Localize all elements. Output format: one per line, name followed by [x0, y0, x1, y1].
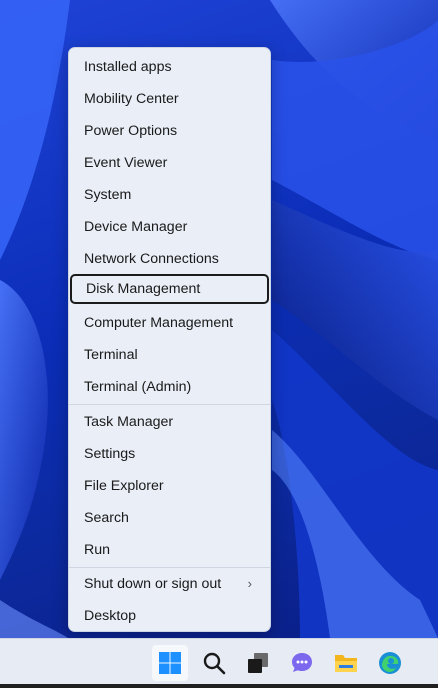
task-view-button[interactable]	[240, 645, 276, 681]
menu-item-label: Search	[84, 510, 129, 526]
edge-button[interactable]	[372, 645, 408, 681]
menu-item-label: Installed apps	[84, 59, 172, 75]
edge-icon	[379, 652, 401, 674]
file-explorer-button[interactable]	[328, 645, 364, 681]
chevron-right-icon: ›	[247, 576, 252, 591]
menu-item-label: Run	[84, 542, 111, 558]
menu-item-disk-management[interactable]: Disk Management	[70, 274, 269, 304]
menu-item-network-connections[interactable]: Network Connections	[69, 244, 270, 274]
menu-item-label: Desktop	[84, 608, 137, 624]
start-icon	[159, 652, 181, 674]
menu-item-run[interactable]: Run	[69, 535, 270, 565]
taskbar	[0, 638, 438, 688]
menu-item-label: Network Connections	[84, 251, 219, 267]
menu-item-label: Shut down or sign out	[84, 576, 222, 592]
menu-item-label: Terminal	[84, 347, 138, 363]
search-icon	[203, 652, 226, 675]
menu-item-label: Computer Management	[84, 315, 234, 331]
taskbar-search-button[interactable]	[196, 645, 232, 681]
menu-item-settings[interactable]: Settings	[69, 439, 270, 469]
menu-item-terminal[interactable]: Terminal	[69, 340, 270, 370]
menu-item-label: Disk Management	[86, 281, 201, 297]
start-button[interactable]	[152, 645, 188, 681]
menu-item-label: Event Viewer	[84, 155, 168, 171]
menu-item-system[interactable]: System	[69, 180, 270, 210]
menu-item-mobility-center[interactable]: Mobility Center	[69, 84, 270, 114]
menu-item-label: Device Manager	[84, 219, 188, 235]
menu-item-desktop[interactable]: Desktop	[69, 601, 270, 631]
menu-item-shut-down-or-sign-out[interactable]: Shut down or sign out ›	[69, 569, 270, 599]
menu-item-installed-apps[interactable]: Installed apps	[69, 52, 270, 82]
menu-item-event-viewer[interactable]: Event Viewer	[69, 148, 270, 178]
menu-item-label: Settings	[84, 446, 136, 462]
menu-item-label: System	[84, 187, 132, 203]
menu-item-task-manager[interactable]: Task Manager	[69, 407, 270, 437]
task-view-icon	[248, 653, 268, 673]
menu-item-label: Mobility Center	[84, 91, 179, 107]
chat-button[interactable]	[284, 645, 320, 681]
menu-item-computer-management[interactable]: Computer Management	[69, 308, 270, 338]
chat-icon	[292, 653, 312, 672]
menu-item-terminal-admin[interactable]: Terminal (Admin)	[69, 372, 270, 402]
menu-item-label: Task Manager	[84, 414, 174, 430]
menu-item-label: Power Options	[84, 123, 178, 139]
screen-edge	[0, 684, 438, 688]
menu-item-label: Terminal (Admin)	[84, 379, 192, 395]
menu-separator	[69, 567, 270, 568]
menu-item-search[interactable]: Search	[69, 503, 270, 533]
winx-context-menu: Installed apps Mobility Center Power Opt…	[68, 47, 271, 632]
menu-item-device-manager[interactable]: Device Manager	[69, 212, 270, 242]
file-explorer-icon	[335, 655, 357, 672]
menu-item-file-explorer[interactable]: File Explorer	[69, 471, 270, 501]
menu-item-power-options[interactable]: Power Options	[69, 116, 270, 146]
menu-separator	[69, 404, 270, 405]
menu-item-label: File Explorer	[84, 478, 164, 494]
